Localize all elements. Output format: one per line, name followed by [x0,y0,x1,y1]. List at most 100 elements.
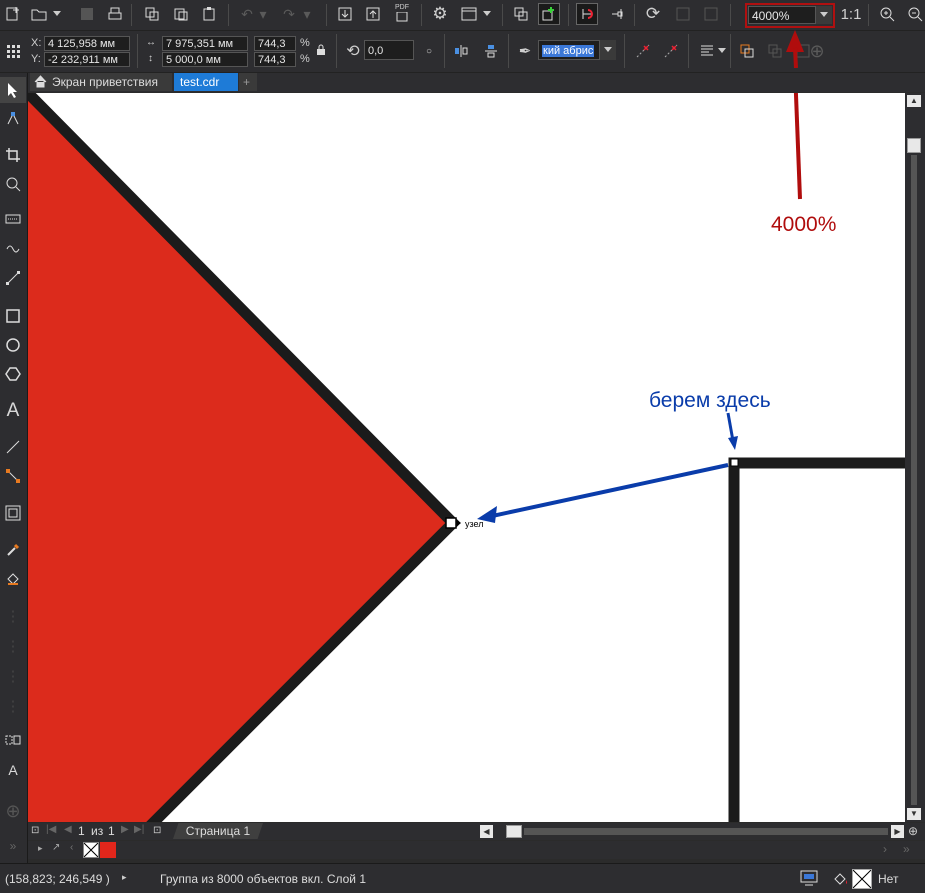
view-icon[interactable] [458,3,480,25]
expand-icon[interactable]: » [0,833,26,859]
width-input[interactable]: 7 975,351 мм [162,36,248,51]
scale-x-input[interactable]: 744,3 [254,36,296,51]
mirror-vertical-icon[interactable] [480,40,502,62]
options-gear-icon[interactable]: ⚙ [429,3,451,25]
color-proof-icon[interactable] [800,870,818,889]
add-page-after-icon[interactable]: ⊡ [153,825,161,836]
red-color-swatch[interactable] [100,842,116,858]
alignment-guides-icon[interactable] [606,3,628,25]
scroll-left-button[interactable]: ◀ [480,825,493,838]
window-arrange-icon[interactable] [510,3,532,25]
node-handle[interactable] [445,517,457,529]
chevron-down-icon[interactable] [50,3,64,25]
red-triangle-shape[interactable] [28,93,461,822]
print-icon[interactable] [104,3,126,25]
scroll-down-button[interactable]: ▼ [907,808,921,820]
connector-tool-icon[interactable] [0,463,26,489]
save-icon[interactable] [76,3,98,25]
palette-scroll-left-icon[interactable]: ‹ [70,842,73,853]
zoom-dropdown-button[interactable] [816,6,832,24]
weld-tool-icon[interactable] [0,727,26,753]
clipboard-icon[interactable] [198,3,220,25]
guides-icon[interactable] [700,3,722,25]
scroll-up-button[interactable]: ▲ [907,95,921,107]
page-tab-1[interactable]: Страница 1 [173,823,263,839]
redo-icon[interactable]: ↷ [278,3,300,25]
fill-none-swatch[interactable] [852,869,872,889]
prev-page-icon[interactable]: ◀ [64,824,72,835]
rectangle-tool-icon[interactable] [0,303,26,329]
add-page-icon[interactable]: ⊡ [31,825,39,836]
new-document-icon[interactable] [2,3,24,25]
horizontal-scroll-thumb[interactable] [506,825,522,838]
to-front-icon[interactable] [736,40,758,62]
zoom-tool-icon[interactable] [0,171,26,197]
text-fit-icon[interactable]: A [0,757,26,783]
text-tool-icon[interactable]: A [0,398,26,424]
bezier-tool-icon[interactable] [0,265,26,291]
palette-expand-icon[interactable]: » [903,842,910,856]
crop-tool-icon[interactable] [0,142,26,168]
paste-icon[interactable] [170,3,192,25]
launch-icon[interactable] [538,3,560,25]
zoom-one-to-one-button[interactable]: 1:1 [838,3,864,25]
add-tool-icon[interactable]: ⊕ [0,798,26,824]
outline-dropdown-button[interactable] [600,40,616,60]
zoom-level-input[interactable]: 4000% [748,6,816,24]
redo-dropdown-icon[interactable]: ▾ [300,3,314,25]
import-icon[interactable] [334,3,356,25]
height-input[interactable]: 5 000,0 мм [162,52,248,67]
chevron-down-icon[interactable] [480,3,494,25]
new-tab-button[interactable]: + [239,73,257,91]
scale-y-input[interactable]: 744,3 [254,52,296,67]
break-apart-icon[interactable] [632,40,654,62]
lock-ratio-icon[interactable] [313,41,329,59]
parallel-dimension-icon[interactable] [0,434,26,460]
export-icon[interactable] [362,3,384,25]
tab-welcome[interactable]: Экран приветствия [30,73,172,91]
palette-eyedropper-icon[interactable]: ↗ [52,842,60,853]
undo-icon[interactable]: ↶ [236,3,258,25]
pick-tool-icon[interactable] [0,77,26,103]
freehand-tool-icon[interactable] [0,207,26,233]
x-position-input[interactable]: 4 125,958 мм [44,36,130,51]
reference-point-icon[interactable] [3,41,25,63]
next-page-icon[interactable]: ▶ [121,824,129,835]
smart-drawing-icon[interactable] [0,236,26,262]
palette-scroll-right-icon[interactable]: › [883,842,887,856]
fill-tool-icon[interactable] [0,566,26,592]
palette-menu-icon[interactable]: ▸ [38,843,43,854]
y-position-input[interactable]: -2 232,911 мм [44,52,130,67]
last-page-icon[interactable]: ▶| [134,824,144,835]
first-page-icon[interactable]: |◀ [46,824,56,835]
corner-node-handle[interactable] [730,458,739,467]
zoom-in-icon[interactable] [876,3,898,25]
shape-tool-icon[interactable] [0,106,26,132]
drawing-canvas[interactable]: узел берем здесь 4000% [28,93,905,822]
status-expand-icon[interactable]: ▸ [122,872,127,883]
no-color-swatch[interactable] [83,842,99,858]
tab-test-cdr[interactable]: test.cdr [174,73,238,91]
ellipse-tool-icon[interactable] [0,332,26,358]
blend-tool-icon[interactable] [0,500,26,526]
copy-icon[interactable] [141,3,163,25]
undo-dropdown-icon[interactable]: ▾ [256,3,270,25]
zoom-out-icon[interactable] [904,3,925,25]
snap-to-icon[interactable] [576,3,598,25]
mirror-horizontal-icon[interactable] [450,40,472,62]
navigator-icon[interactable]: ⊕ [908,824,918,838]
chevron-down-icon[interactable] [716,40,728,62]
vertical-scroll-thumb[interactable] [907,138,921,153]
outline-width-select[interactable]: кий абрис [538,40,600,60]
combine-icon[interactable] [660,40,682,62]
black-corner-shape[interactable] [728,457,905,822]
open-folder-icon[interactable] [28,3,50,25]
grid-icon[interactable] [672,3,694,25]
polygon-tool-icon[interactable] [0,361,26,387]
scroll-right-button[interactable]: ▶ [891,825,904,838]
eyedropper-tool-icon[interactable] [0,537,26,563]
publish-pdf-icon[interactable]: PDF [391,2,413,24]
rotate-view-icon[interactable]: ⟳ [642,3,664,25]
vertical-scrollbar[interactable]: ▲ ▼ [905,93,925,822]
wrap-text-icon[interactable] [696,40,718,62]
